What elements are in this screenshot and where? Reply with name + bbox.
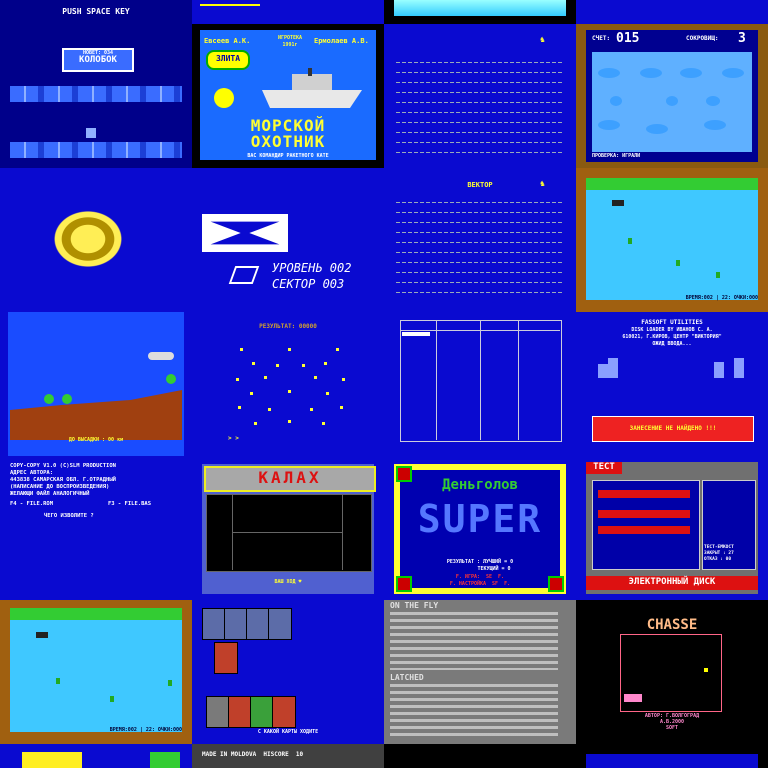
tile-field-green-1: ВРЕМЯ:002 | 22: ОЧКИ:000	[576, 168, 768, 312]
copy-prompt: ЧЕГО ИЗВОЛИТЕ ?	[44, 513, 94, 519]
sector-label: СЕКТОР 003	[272, 277, 345, 291]
tile-level-sector: УРОВЕНЬ 002 СЕКТОР 003	[192, 168, 384, 312]
tile-on-the-fly: ON THE FLY LATCHED	[384, 600, 576, 744]
tiger-emblem	[48, 206, 128, 272]
tile-helicopter: ДО ВЫСАДКИ : 00 км	[0, 312, 192, 456]
tile-push-space: PUSH SPACE KEY НОВЕТ: 034 КОЛОБОК	[0, 0, 192, 168]
helicopter-sprite	[148, 352, 174, 360]
lives-value: 3	[738, 31, 746, 46]
tile-vector-lines: ВЕКТОР ♞	[384, 168, 576, 312]
sun	[214, 88, 234, 108]
tile-bottom-4	[576, 744, 768, 768]
result-title: РЕЗУЛЬТАТ: 00000	[259, 323, 317, 330]
vector-title: ВЕКТОР	[467, 181, 493, 189]
screenshot-grid: PUSH SPACE KEY НОВЕТ: 034 КОЛОБОК Евсеев…	[0, 0, 768, 768]
kalakh-board	[206, 494, 372, 572]
tile-stars-result: РЕЗУЛЬТАТ: 00000 > >	[192, 312, 384, 456]
ship-illustration	[262, 68, 362, 112]
level-label: УРОВЕНЬ 002	[272, 261, 352, 275]
tile-table-screen	[384, 312, 576, 456]
tile-morskoy-okhotnik: Евсеев А.К. ИГРОТЕКА 1991г Ермолаев А.В.…	[192, 24, 384, 168]
game-logo: НОВЕТ: 034 КОЛОБОК	[62, 48, 134, 72]
score-value: 015	[616, 31, 640, 46]
error-box: ЗАНЕСЕНИЕ НЕ НАЙДЕНО !!!	[592, 416, 754, 442]
dengolov-title: Деньголов	[442, 477, 518, 493]
tile-bottom-3	[384, 744, 576, 768]
player-frog	[86, 128, 96, 138]
tile-top-strip-3	[384, 0, 576, 24]
error-text: ЗАНЕСЕНИЕ НЕ НАЙДЕНО !!!	[629, 425, 717, 432]
tile-dengolov: Деньголов SUPER РЕЗУЛЬТАТ : ЛУЧШИЙ = 0 Т…	[384, 456, 576, 600]
tile-test-disk: ТЕСТ ТЕСТ-ЕМКОСТ ЗАКРЫТ : 27 ОТКАЗ : 00 …	[576, 456, 768, 600]
super-title: SUPER	[417, 497, 543, 541]
test-header: ТЕСТ	[586, 462, 622, 474]
cube-icon	[228, 266, 260, 284]
kalakh-banner: КАЛАХ	[204, 466, 376, 492]
frog-row-top	[10, 86, 182, 102]
cards-prompt: С КАКОЙ КАРТЫ ХОДИТЕ	[257, 729, 319, 735]
push-space-text: PUSH SPACE KEY	[62, 7, 130, 16]
tile-chasse: CHASSE АВТОР: Г.ВОЛГОГРАД А.В.2000 SOFT	[576, 600, 768, 744]
tree-3	[166, 374, 176, 384]
tree-2	[62, 394, 72, 404]
boat	[612, 200, 624, 206]
tile-fassoft: FASSOFT UTILITIES DISK LOADER BY ИВАНОВ …	[576, 312, 768, 456]
tile-lines-screen-1: ♞	[384, 24, 576, 168]
tile-top-strip-4	[576, 0, 768, 24]
water-field	[586, 190, 758, 300]
hunter-sprite	[624, 694, 642, 702]
chasse-title: CHASSE	[646, 617, 698, 633]
tile-bottom-1	[0, 744, 192, 768]
ribbon-graphic	[202, 214, 288, 252]
tile-ocean-score: СЧЕТ: 015 СОКРОВИЩ: 3 ПРОВЕРКА: ИГРАЛИ	[576, 24, 768, 168]
footer-bar: ЭЛЕКТРОННЫЙ ДИСК	[586, 576, 758, 590]
tile-field-green-2: ВРЕМЯ:002 | 22: ОЧКИ:000	[0, 600, 192, 744]
title-line-2: ОХОТНИК	[250, 132, 326, 151]
zlita-badge: ЗЛИТА	[206, 50, 250, 70]
target-dot	[704, 668, 708, 672]
tile-cards: С КАКОЙ КАРТЫ ХОДИТЕ	[192, 600, 384, 744]
data-table	[400, 320, 562, 442]
tile-tiger-logo	[0, 168, 192, 312]
tile-bottom-2: MADE IN MOLDOVA HISCORE 10	[192, 744, 384, 768]
tile-copy-copy: COPY-COPY V1.0 (C)SLM PRODUCTION АДРЕС А…	[0, 456, 192, 600]
tree-1	[44, 394, 54, 404]
tile-top-strip-2	[192, 0, 384, 24]
frog-row-bottom	[10, 142, 182, 158]
tile-kalakh: КАЛАХ ВАШ ХОД ♥	[192, 456, 384, 600]
